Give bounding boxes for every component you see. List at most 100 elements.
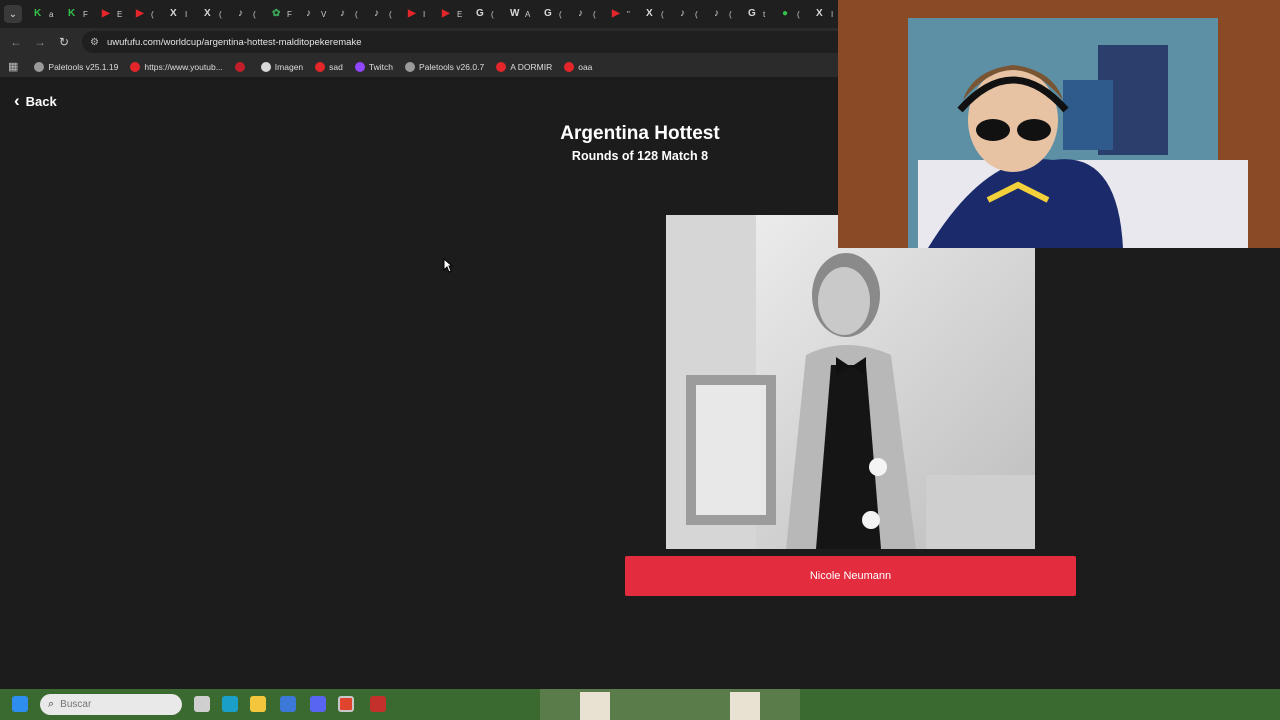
tab-title: A: [525, 9, 531, 19]
tab-title: (: [559, 9, 562, 19]
bookmark-favicon-icon: [234, 61, 245, 72]
bookmark-item[interactable]: sad: [315, 61, 343, 72]
tab-favicon-icon: ♪: [238, 8, 243, 19]
browser-tab[interactable]: Gt: [746, 3, 780, 25]
browser-tab[interactable]: ▶ E: [100, 3, 134, 25]
tab-title: V: [321, 9, 327, 19]
bookmark-item[interactable]: Paletools v25.1.19: [34, 61, 118, 72]
app-icon[interactable]: [370, 696, 386, 712]
browser-tab[interactable]: Ka: [32, 3, 66, 25]
browser-tab[interactable]: ♪(: [576, 3, 610, 25]
browser-tab[interactable]: ✿ F: [270, 3, 304, 25]
back-button[interactable]: ‹ Back: [14, 91, 57, 111]
tab-title: F: [287, 9, 292, 19]
bookmark-label: https://www.youtub...: [144, 61, 223, 72]
tab-favicon-icon: X: [816, 8, 823, 19]
tab-favicon-icon: X: [204, 8, 211, 19]
candidate-select-button[interactable]: Nicole Neumann: [625, 556, 1076, 596]
back-arrow-icon[interactable]: ←: [4, 35, 28, 49]
bookmark-label: Paletools v26.0.7: [418, 61, 485, 72]
tab-title: a: [49, 9, 54, 19]
tab-favicon-icon: G: [544, 8, 552, 19]
tab-favicon-icon: G: [748, 8, 756, 19]
bookmark-item[interactable]: [234, 61, 249, 72]
bookmark-item[interactable]: Paletools v26.0.7: [404, 61, 485, 72]
browser-tab[interactable]: X(: [644, 3, 678, 25]
address-bar[interactable]: ⚙ uwufufu.com/worldcup/argentina-hottest…: [82, 31, 902, 53]
bookmark-favicon-icon: [404, 61, 415, 72]
browser-tab[interactable]: ▶(: [134, 3, 168, 25]
tab-favicon-icon: ●: [782, 8, 789, 19]
edge-icon[interactable]: [222, 696, 238, 712]
bookmark-favicon-icon: [315, 61, 326, 72]
browser-tab[interactable]: XI: [168, 3, 202, 25]
bookmark-favicon-icon: [34, 61, 45, 72]
store-icon[interactable]: [280, 696, 296, 712]
tab-search-chevron-icon[interactable]: ⌄: [4, 5, 22, 23]
browser-tab[interactable]: ●(: [780, 3, 814, 25]
tab-title: (: [389, 9, 392, 19]
tab-favicon-icon: ♪: [714, 8, 719, 19]
candidate-photo-graphic: [666, 215, 1035, 549]
bookmark-favicon-icon: [496, 61, 507, 72]
site-info-icon[interactable]: ⚙: [90, 37, 99, 48]
browser-tab[interactable]: X(: [202, 3, 236, 25]
bookmark-list: Paletools v25.1.19 https://www.youtub... I…: [34, 61, 604, 72]
discord-icon[interactable]: [310, 696, 326, 712]
tab-title: F: [83, 9, 88, 19]
tab-favicon-icon: ♪: [340, 8, 345, 19]
browser-tab[interactable]: ♪(: [236, 3, 270, 25]
browser-tab[interactable]: KF: [66, 3, 100, 25]
tab-favicon-icon: ▶: [442, 8, 450, 19]
bookmark-item[interactable]: A DORMIR: [496, 61, 552, 72]
tab-title: (: [219, 9, 222, 19]
bookmark-item[interactable]: https://www.youtub...: [130, 61, 223, 72]
back-label: Back: [25, 93, 57, 109]
bookmark-label: oaa: [578, 61, 593, 72]
tab-favicon-icon: ♪: [374, 8, 379, 19]
tab-title: I: [185, 9, 188, 19]
taskbar-search[interactable]: ⌕: [40, 694, 182, 715]
browser-tab[interactable]: ♪(: [678, 3, 712, 25]
browser-tab[interactable]: ♪(: [372, 3, 406, 25]
chrome-icon[interactable]: [338, 696, 354, 712]
tab-favicon-icon: X: [170, 8, 177, 19]
tab-title: ": [627, 9, 630, 19]
browser-tab[interactable]: WA: [508, 3, 542, 25]
browser-tab[interactable]: ▶ I: [406, 3, 440, 25]
taskbar-search-input[interactable]: [60, 699, 151, 710]
tab-favicon-icon: G: [476, 8, 484, 19]
tab-title: E: [117, 9, 123, 19]
tab-favicon-icon: ♪: [680, 8, 685, 19]
wallpaper-strip: [0, 689, 1280, 720]
browser-tab[interactable]: G(: [542, 3, 576, 25]
bookmark-item[interactable]: Twitch: [354, 61, 393, 72]
tab-favicon-icon: ✿: [272, 8, 281, 19]
tab-favicon-icon: ▶: [102, 8, 110, 19]
browser-tab[interactable]: ♪ V: [304, 3, 338, 25]
file-explorer-icon[interactable]: [250, 696, 266, 712]
windows-start-icon[interactable]: [12, 696, 28, 712]
browser-tab[interactable]: ♪(: [338, 3, 372, 25]
tab-title: (: [729, 9, 732, 19]
tab-favicon-icon: ♪: [306, 8, 311, 19]
bookmark-favicon-icon: [354, 61, 365, 72]
tab-title: (: [593, 9, 596, 19]
candidate-photo[interactable]: [666, 215, 1035, 549]
browser-tab[interactable]: ▶ E: [440, 3, 474, 25]
reload-icon[interactable]: ↻: [52, 35, 76, 49]
browser-tab[interactable]: ♪(: [712, 3, 746, 25]
bookmark-label: Imagen: [274, 61, 304, 72]
webcam-graphic: [838, 0, 1280, 248]
tab-title: I: [423, 9, 426, 19]
browser-tab[interactable]: G(: [474, 3, 508, 25]
browser-tab[interactable]: ▶ ": [610, 3, 644, 25]
bookmark-item[interactable]: oaa: [564, 61, 593, 72]
tab-title: (: [253, 9, 256, 19]
forward-arrow-icon[interactable]: →: [28, 35, 52, 49]
bookmark-item[interactable]: Imagen: [260, 61, 304, 72]
tab-title: (: [695, 9, 698, 19]
task-view-icon[interactable]: [194, 696, 210, 712]
tab-title: t: [763, 9, 766, 19]
apps-grid-icon[interactable]: ▦: [8, 60, 18, 73]
